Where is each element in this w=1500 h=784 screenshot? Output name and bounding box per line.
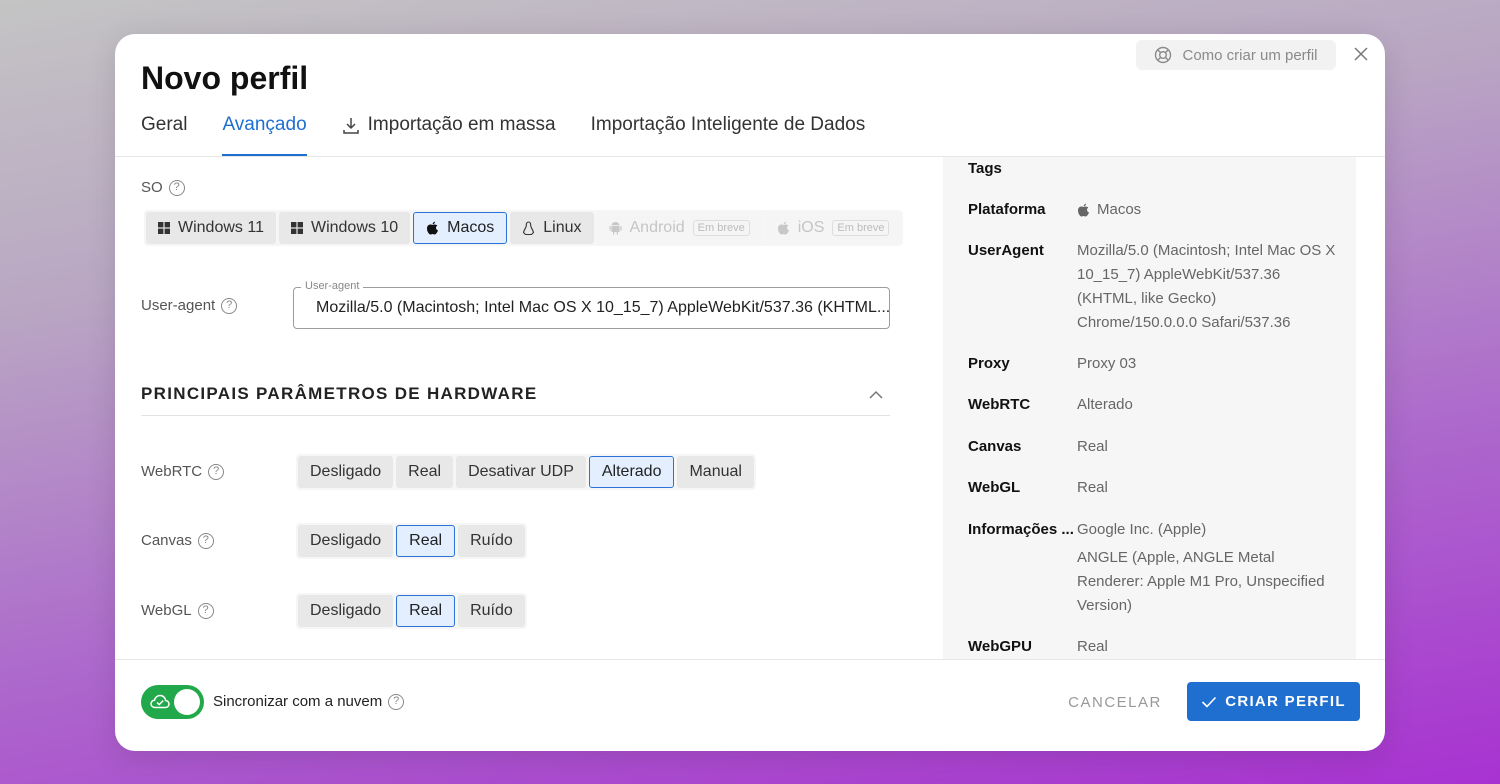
- summary-row-webrtc: WebRTC Alterado: [968, 396, 1133, 413]
- help-icon[interactable]: ?: [388, 693, 405, 710]
- webrtc-selector: Desligado Real Desativar UDP Alterado Ma…: [296, 454, 756, 490]
- user-agent-input[interactable]: Mozilla/5.0 (Macintosh; Intel Mac OS X 1…: [293, 287, 890, 329]
- canvas-option-ruido[interactable]: Ruído: [458, 525, 525, 557]
- help-icon[interactable]: ?: [221, 297, 238, 314]
- summary-row-proxy: Proxy Proxy 03: [968, 355, 1137, 372]
- help-icon[interactable]: ?: [197, 602, 214, 619]
- help-label: Como criar um perfil: [1182, 46, 1318, 64]
- cancel-button[interactable]: CANCELAR: [1055, 684, 1175, 720]
- cloud-sync-toggle[interactable]: [141, 685, 204, 719]
- section-title: PRINCIPAIS PARÂMETROS DE HARDWARE: [141, 384, 538, 403]
- tab-importacao-inteligente[interactable]: Importação Inteligente de Dados: [591, 114, 866, 156]
- webrtc-option-manual[interactable]: Manual: [677, 456, 754, 488]
- webrtc-option-desativar-udp[interactable]: Desativar UDP: [456, 456, 586, 488]
- os-label: SO?: [141, 179, 185, 196]
- webgl-option-ruido[interactable]: Ruído: [458, 595, 525, 627]
- tab-avancado[interactable]: Avançado: [222, 114, 307, 156]
- coming-soon-badge: Em breve: [832, 220, 890, 236]
- user-agent-label: User-agent?: [141, 297, 238, 314]
- cloud-sync-label: Sincronizar com a nuvem ?: [213, 693, 405, 710]
- help-icon[interactable]: ?: [208, 463, 225, 480]
- create-profile-button[interactable]: CRIAR PERFIL: [1187, 682, 1360, 721]
- hardware-section-header[interactable]: PRINCIPAIS PARÂMETROS DE HARDWARE: [141, 384, 890, 416]
- canvas-selector: Desligado Real Ruído: [296, 523, 527, 559]
- apple-icon: [427, 221, 439, 235]
- tab-bar: Geral Avançado Importação em massa Impor…: [141, 114, 900, 156]
- canvas-label: Canvas?: [141, 532, 214, 549]
- linux-icon: [523, 220, 535, 235]
- webrtc-option-desligado[interactable]: Desligado: [298, 456, 394, 488]
- os-selector: Windows 11 Windows 10 Macos Linux Androi…: [144, 210, 904, 246]
- windows-icon: [158, 222, 170, 234]
- download-icon: [342, 118, 359, 134]
- canvas-option-real[interactable]: Real: [396, 525, 456, 557]
- webgl-option-real[interactable]: Real: [396, 595, 456, 627]
- os-option-linux[interactable]: Linux: [510, 212, 594, 244]
- cloud-check-icon: [150, 694, 170, 709]
- toggle-knob: [174, 689, 200, 715]
- windows-icon: [290, 222, 303, 234]
- chevron-up-icon[interactable]: [868, 390, 884, 400]
- dialog-title: Novo perfil: [141, 60, 309, 96]
- webrtc-option-real[interactable]: Real: [396, 456, 454, 488]
- os-option-windows-11[interactable]: Windows 11: [146, 212, 276, 244]
- help-icon[interactable]: ?: [168, 179, 185, 196]
- webgl-selector: Desligado Real Ruído: [296, 593, 527, 629]
- apple-icon: [777, 221, 789, 235]
- check-icon: [1202, 696, 1217, 708]
- os-option-windows-10[interactable]: Windows 10: [278, 212, 411, 244]
- how-to-create-profile-button[interactable]: Como criar um perfil: [1136, 40, 1336, 70]
- webgl-label: WebGL?: [141, 602, 214, 619]
- summary-row-platform: Plataforma Macos: [968, 201, 1142, 218]
- summary-row-webgl: WebGL Real: [968, 479, 1108, 496]
- profile-summary-panel: Tags Plataforma Macos UserAgent Mozilla/…: [943, 157, 1356, 659]
- webrtc-option-alterado[interactable]: Alterado: [588, 456, 675, 488]
- apple-icon: [1078, 203, 1089, 217]
- os-option-macos[interactable]: Macos: [413, 212, 508, 244]
- summary-row-webgl-info: Informações ... Google Inc. (Apple) ANGL…: [968, 521, 1325, 614]
- canvas-option-desligado[interactable]: Desligado: [298, 525, 394, 557]
- help-icon[interactable]: ?: [197, 532, 214, 549]
- tab-importacao-em-massa[interactable]: Importação em massa: [342, 114, 556, 156]
- new-profile-dialog: Novo perfil Como criar um perfil Geral A…: [115, 34, 1385, 751]
- summary-row-webgpu: WebGPU Real: [968, 638, 1108, 655]
- summary-row-canvas: Canvas Real: [968, 438, 1108, 455]
- advanced-settings-panel: SO? Windows 11 Windows 10 Macos Linux An…: [141, 157, 904, 659]
- close-icon[interactable]: [1351, 44, 1371, 64]
- summary-row-tags: Tags: [968, 160, 1002, 177]
- tab-geral[interactable]: Geral: [141, 114, 187, 156]
- coming-soon-badge: Em breve: [692, 220, 750, 236]
- user-agent-legend: User-agent: [301, 280, 364, 292]
- os-option-ios: iOS Em breve: [764, 212, 902, 244]
- webgl-option-desligado[interactable]: Desligado: [298, 595, 394, 627]
- lifebuoy-icon: [1155, 46, 1172, 64]
- footer-divider: [115, 659, 1385, 660]
- os-option-android: Android Em breve: [596, 212, 762, 244]
- webrtc-label: WebRTC?: [141, 463, 225, 480]
- user-agent-value: Mozilla/5.0 (Macintosh; Intel Mac OS X 1…: [316, 299, 890, 316]
- summary-row-useragent: UserAgent Mozilla/5.0 (Macintosh; Intel …: [968, 242, 1336, 331]
- android-icon: [609, 222, 621, 235]
